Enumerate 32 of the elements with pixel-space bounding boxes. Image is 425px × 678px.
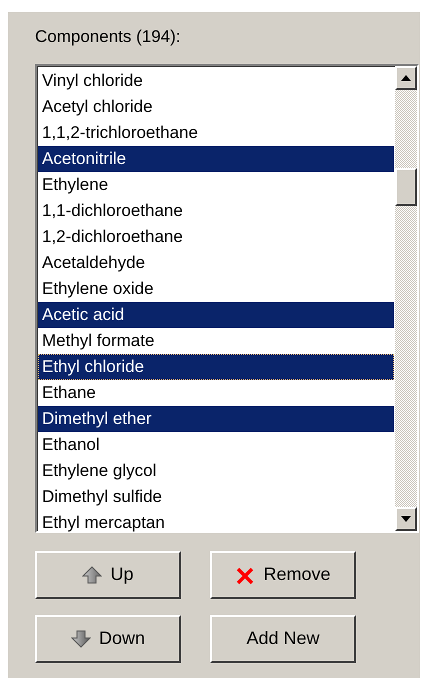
list-item[interactable]: Acetaldehyde [38, 250, 394, 276]
components-listbox[interactable] [35, 64, 419, 532]
list-item[interactable]: Vinyl chloride [38, 68, 394, 94]
list-item[interactable]: Dimethyl sulfide [38, 484, 394, 510]
list-item[interactable]: Ethyl mercaptan [38, 510, 394, 536]
list-item[interactable]: Ethyl chloride [38, 354, 394, 380]
list-item[interactable]: Dimethyl ether [38, 406, 394, 432]
action-button[interactable]: Remove [210, 550, 356, 598]
action-button[interactable]: Add New [210, 614, 356, 662]
action-button[interactable]: Down [35, 614, 181, 662]
list-item[interactable]: Methyl formate [38, 328, 394, 354]
scroll-up-button[interactable] [395, 66, 417, 90]
list-item[interactable]: Ethylene oxide [38, 276, 394, 302]
list-item[interactable]: Acetyl chloride [38, 94, 394, 120]
components-label: Components (194): [35, 26, 181, 48]
list-item[interactable]: 1,1-dichloroethane [38, 198, 394, 224]
list-item[interactable]: Acetonitrile [38, 146, 394, 172]
list-item[interactable]: Ethanol [38, 432, 394, 458]
list-item[interactable]: 1,2-dichloroethane [38, 224, 394, 250]
down-arrow-icon [70, 628, 91, 648]
scroll-thumb[interactable] [395, 168, 417, 206]
list-item[interactable]: Ethylene [38, 172, 394, 198]
action-button[interactable]: Up [35, 550, 181, 598]
list-item[interactable]: Ethylene glycol [38, 458, 394, 484]
list-item[interactable]: Ethane [38, 380, 394, 406]
list-item[interactable]: Acetic acid [38, 302, 394, 328]
list-item[interactable]: 1,1,2-trichloroethane [38, 120, 394, 146]
scroll-down-button[interactable] [395, 506, 417, 530]
up-arrow-icon [82, 564, 102, 584]
scrollbar[interactable] [395, 66, 417, 530]
down-triangle-icon [401, 516, 411, 522]
up-triangle-icon [401, 74, 411, 80]
